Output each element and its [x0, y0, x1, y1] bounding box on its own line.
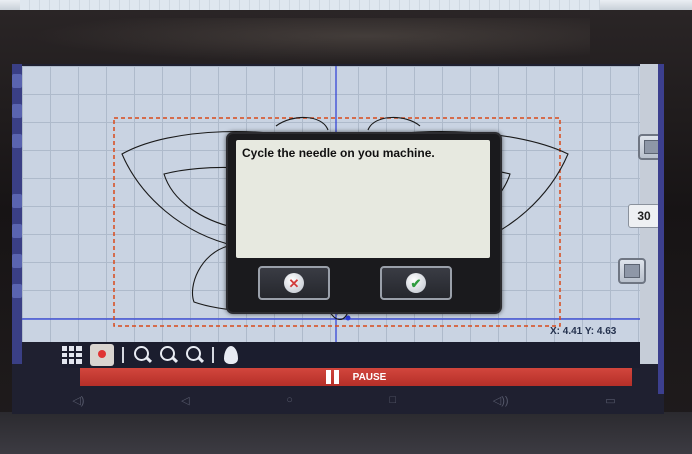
- wall-grid: [20, 0, 600, 10]
- pause-icon: [325, 370, 339, 384]
- dialog-message: Cycle the needle on you machine.: [236, 140, 490, 258]
- background-wall: [0, 0, 692, 10]
- flame-icon: [224, 346, 238, 364]
- left-panel-icon[interactable]: [12, 104, 22, 118]
- device-screen: X: 4.41 Y: 4.63 30 PAUSE ◁) ◁ ○ □ ◁)) ▭ …: [12, 64, 664, 414]
- right-edge-panel: [658, 64, 664, 394]
- needle-position: [345, 315, 351, 321]
- side-value-display: 30: [628, 204, 660, 228]
- toolbar-divider: [122, 347, 124, 363]
- volume-up-icon[interactable]: ◁)): [493, 394, 509, 407]
- left-panel-icon[interactable]: [12, 194, 22, 208]
- android-navigation-bar: ◁) ◁ ○ □ ◁)) ▭: [24, 390, 664, 410]
- hoop-icon: [90, 344, 114, 366]
- home-icon[interactable]: ○: [286, 394, 293, 406]
- recents-icon[interactable]: □: [389, 394, 396, 406]
- bottom-toolbar: [62, 342, 640, 368]
- back-icon[interactable]: ◁: [181, 394, 189, 407]
- volume-down-icon[interactable]: ◁): [72, 394, 84, 407]
- zoom-out-button[interactable]: [134, 345, 153, 365]
- zoom-in-button[interactable]: [160, 345, 179, 365]
- bottom-shelf: [0, 412, 692, 454]
- check-circle-icon: ✔: [406, 273, 426, 293]
- move-down-button[interactable]: [618, 258, 646, 284]
- cancel-button[interactable]: ✕: [258, 266, 330, 300]
- pause-button[interactable]: PAUSE: [80, 368, 632, 386]
- x-circle-icon: ✕: [284, 273, 304, 293]
- needle-cycle-dialog: Cycle the needle on you machine. ✕ ✔: [226, 132, 502, 314]
- coordinate-readout: X: 4.41 Y: 4.63: [550, 326, 617, 337]
- left-panel-icon[interactable]: [12, 224, 22, 238]
- zoom-fit-icon: [186, 346, 205, 364]
- confirm-button[interactable]: ✔: [380, 266, 452, 300]
- left-panel-icon[interactable]: [12, 284, 22, 298]
- zoom-fit-button[interactable]: [186, 345, 205, 365]
- left-panel-icon[interactable]: [12, 74, 22, 88]
- left-tool-panel: [12, 64, 22, 364]
- toolbar-divider: [212, 347, 214, 363]
- left-panel-icon[interactable]: [12, 254, 22, 268]
- screenshot-icon[interactable]: ▭: [605, 394, 615, 407]
- flame-button[interactable]: [224, 345, 238, 365]
- grid-icon: [62, 346, 82, 364]
- glass-reflection: [30, 18, 590, 63]
- left-panel-icon[interactable]: [12, 134, 22, 148]
- zoom-in-icon: [160, 346, 179, 364]
- down-icon: [624, 264, 640, 278]
- hoop-button[interactable]: [90, 344, 114, 366]
- zoom-out-icon: [134, 346, 153, 364]
- pause-label: PAUSE: [352, 371, 387, 383]
- grid-button[interactable]: [62, 345, 82, 365]
